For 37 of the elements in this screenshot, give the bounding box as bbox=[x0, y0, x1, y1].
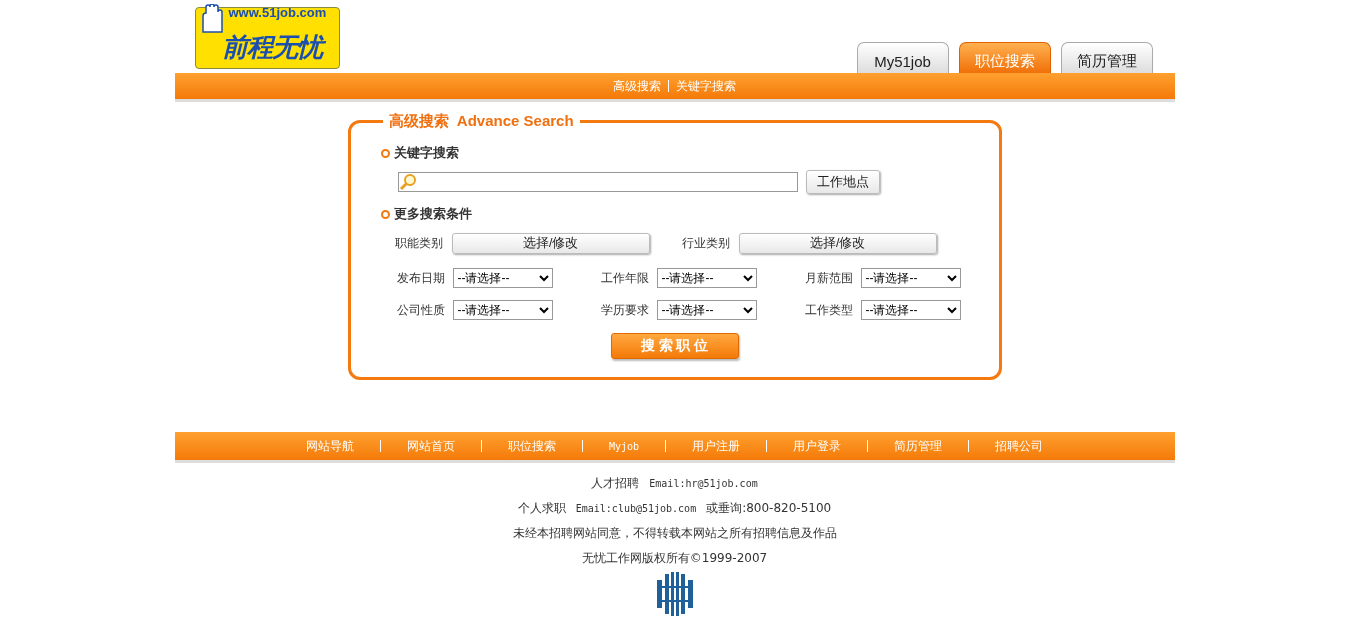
logo-url: www.51job.com bbox=[228, 5, 327, 20]
dropdown[interactable]: --请选择-- bbox=[452, 268, 553, 288]
footer-text: 人才招聘 bbox=[591, 475, 640, 492]
footer-text: Email:hr@51job.com bbox=[649, 478, 758, 489]
field-label: 工作类型 bbox=[803, 301, 853, 319]
keyword-field[interactable] bbox=[397, 172, 798, 192]
hand-icon bbox=[199, 4, 226, 34]
field-label: 月薪范围 bbox=[803, 269, 853, 287]
nav-tab[interactable]: My51job bbox=[856, 42, 949, 73]
panel-title: 高级搜索 Advance Search bbox=[382, 112, 580, 131]
section-heading: 更多搜索条件 bbox=[393, 206, 472, 223]
bullet-icon bbox=[380, 210, 390, 219]
footer-text: 个人求职 bbox=[517, 500, 566, 517]
dropdown[interactable]: --请选择-- bbox=[656, 300, 757, 320]
footer-text: Email:club@51job.com bbox=[575, 503, 697, 514]
field-label: 行业类别 bbox=[681, 235, 731, 252]
select-modify-button[interactable]: 选择/修改 bbox=[451, 233, 650, 254]
dropdown[interactable]: --请选择-- bbox=[452, 300, 553, 320]
dropdown[interactable]: --请选择-- bbox=[860, 300, 961, 320]
nav-tab[interactable]: 简历管理 bbox=[1060, 42, 1153, 73]
location-button[interactable]: 工作地点 bbox=[805, 170, 880, 194]
section-heading: 关键字搜索 bbox=[393, 145, 459, 162]
bullet-icon bbox=[380, 149, 390, 158]
footer-text: 无忧工作网版权所有©1999-2007 bbox=[581, 550, 768, 567]
building-logo-icon bbox=[655, 572, 694, 616]
logo[interactable]: www.51job.com 前程无忧 bbox=[194, 7, 340, 69]
footer-text: 未经本招聘网站同意，不得转载本网站之所有招聘信息及作品 bbox=[512, 525, 837, 542]
field-label: 公司性质 bbox=[395, 301, 445, 319]
dropdown[interactable]: --请选择-- bbox=[656, 268, 757, 288]
field-label: 学历要求 bbox=[599, 301, 649, 319]
dropdown[interactable]: --请选择-- bbox=[860, 268, 961, 288]
select-modify-button[interactable]: 选择/修改 bbox=[738, 233, 937, 254]
field-label: 发布日期 bbox=[395, 269, 445, 287]
search-icon bbox=[398, 173, 417, 191]
field-label: 职能类别 bbox=[394, 235, 444, 252]
footer-text: 或垂询:800-820-5100 bbox=[706, 500, 832, 517]
field-label: 工作年限 bbox=[599, 269, 649, 287]
